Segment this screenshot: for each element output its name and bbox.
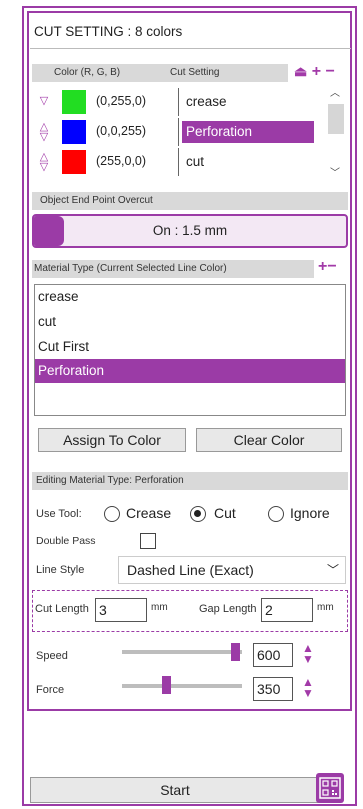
rgb-value: (0,255,0) <box>96 94 147 108</box>
add-icon[interactable]: + <box>318 258 327 275</box>
gap-length-input[interactable]: 2 <box>261 598 313 622</box>
line-style-value: Dashed Line (Exact) <box>127 562 254 578</box>
remove-icon[interactable]: − <box>325 63 334 80</box>
force-slider-thumb[interactable] <box>162 676 171 694</box>
move-up-down-icon[interactable]: △ ▽ <box>36 152 52 174</box>
color-header-actions: ⏏ + − <box>294 62 335 81</box>
color-swatch <box>62 150 86 174</box>
column-divider <box>178 148 179 176</box>
material-item[interactable]: Perforation <box>35 359 345 383</box>
use-tool-label: Use Tool: <box>36 508 82 520</box>
speed-label: Speed <box>36 650 68 662</box>
overcut-header: Object End Point Overcut <box>32 192 348 210</box>
remove-icon[interactable]: − <box>327 258 336 275</box>
column-divider <box>178 88 179 116</box>
add-icon[interactable]: + <box>312 63 321 80</box>
line-style-select[interactable]: Dashed Line (Exact) ﹀ <box>118 556 346 584</box>
cut-setting-value[interactable]: crease <box>182 91 314 113</box>
material-header: Material Type (Current Selected Line Col… <box>32 260 314 278</box>
cut-length-unit: mm <box>151 602 168 613</box>
overcut-toggle-knob <box>34 216 64 246</box>
material-item[interactable]: crease <box>35 285 345 309</box>
title-divider <box>30 48 351 49</box>
editing-header: Editing Material Type: Perforation <box>32 472 348 490</box>
speed-slider-thumb[interactable] <box>231 643 240 661</box>
scroll-down-icon[interactable]: ﹀ <box>330 164 340 179</box>
scroll-thumb[interactable] <box>328 104 344 134</box>
line-style-label: Line Style <box>36 564 85 576</box>
cut-setting-column-header: Cut Setting <box>170 67 220 78</box>
material-item[interactable]: Cut First <box>35 335 345 359</box>
overcut-toggle[interactable]: On : 1.5 mm <box>32 214 348 248</box>
cut-setting-value[interactable]: cut <box>182 151 314 173</box>
force-slider-track[interactable] <box>122 684 242 688</box>
overcut-header-label: Object End Point Overcut <box>40 195 153 206</box>
cut-setting-value[interactable]: Perforation <box>182 121 314 143</box>
gap-length-label: Gap Length <box>199 603 257 615</box>
color-swatch <box>62 90 86 114</box>
material-list: crease cut Cut First Perforation <box>34 284 346 416</box>
force-stepper-icon[interactable]: ▲ ▼ <box>300 676 316 699</box>
clear-color-button[interactable]: Clear Color <box>196 428 342 452</box>
dash-settings-box: Cut Length 3 mm Gap Length 2 mm <box>32 590 348 632</box>
move-up-down-icon[interactable]: △ ▽ <box>36 122 52 144</box>
color-table-header: Color (R, G, B) Cut Setting <box>32 64 288 82</box>
move-down-icon[interactable]: ▽ <box>36 96 52 118</box>
color-swatch <box>62 120 86 144</box>
assign-to-color-button[interactable]: Assign To Color <box>38 428 186 452</box>
crease-radio[interactable] <box>104 506 120 522</box>
color-row[interactable]: △ ▽ (0,0,255) Perforation <box>32 118 322 146</box>
rgb-value: (0,0,255) <box>96 124 147 138</box>
color-list-scrollbar[interactable]: ︿ ﹀ <box>326 82 346 182</box>
material-item[interactable]: cut <box>35 310 345 334</box>
chevron-down-icon: ﹀ <box>326 563 339 577</box>
material-header-actions: +− <box>318 258 337 276</box>
speed-stepper-icon[interactable]: ▲ ▼ <box>300 642 316 665</box>
cut-length-input[interactable]: 3 <box>95 598 147 622</box>
color-row[interactable]: △ ▽ (255,0,0) cut <box>32 148 322 176</box>
cut-radio[interactable] <box>190 506 206 522</box>
panel-title: CUT SETTING : 8 colors <box>34 24 183 39</box>
gap-length-unit: mm <box>317 602 334 613</box>
eject-icon[interactable]: ⏏ <box>294 63 307 79</box>
overcut-value: On : 1.5 mm <box>152 223 228 238</box>
qr-code-icon <box>319 777 341 799</box>
speed-input[interactable]: 600 <box>253 643 293 667</box>
crease-radio-label: Crease <box>126 505 172 521</box>
material-header-label: Material Type (Current Selected Line Col… <box>34 263 227 274</box>
double-pass-checkbox[interactable] <box>140 533 156 549</box>
rgb-value: (255,0,0) <box>96 154 147 168</box>
color-row[interactable]: ▽ (0,255,0) crease <box>32 88 322 116</box>
column-divider <box>178 118 179 146</box>
ignore-radio-label: Ignore <box>290 505 330 521</box>
force-input[interactable]: 350 <box>253 677 293 701</box>
force-label: Force <box>36 684 65 696</box>
cut-radio-label: Cut <box>214 505 236 521</box>
double-pass-label: Double Pass <box>36 535 96 547</box>
speed-slider-track[interactable] <box>122 650 242 654</box>
color-column-header: Color (R, G, B) <box>54 67 121 78</box>
qr-code-button[interactable] <box>316 773 344 803</box>
ignore-radio[interactable] <box>268 506 284 522</box>
editing-header-label: Editing Material Type: Perforation <box>36 475 184 486</box>
start-button[interactable]: Start <box>30 777 320 803</box>
scroll-up-icon[interactable]: ︿ <box>330 84 340 99</box>
cut-length-label: Cut Length <box>35 603 89 615</box>
